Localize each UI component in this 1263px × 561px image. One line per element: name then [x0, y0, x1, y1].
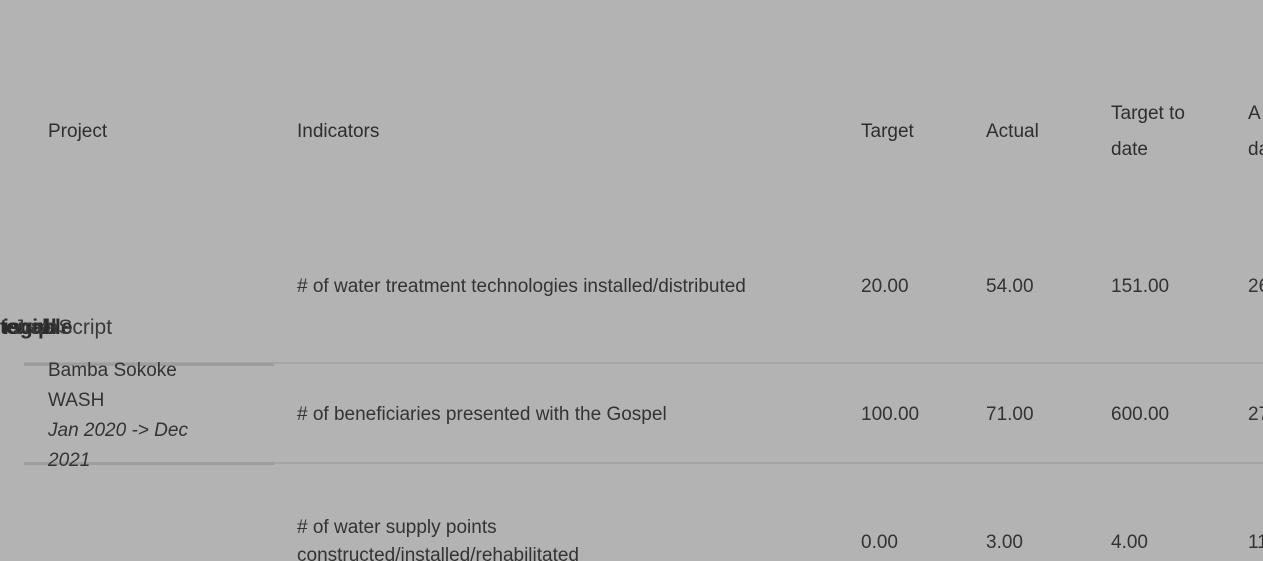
row1-indicator: # of water treatment technologies instal… — [297, 276, 746, 297]
header-actual: Actual — [986, 121, 1039, 142]
row1-actual: 54.00 — [986, 276, 1034, 297]
row2-target-to-date: 600.00 — [1111, 404, 1170, 425]
row3-actual-to-date: 11 — [1248, 532, 1263, 553]
header-actual-to-date-2: da — [1248, 139, 1263, 161]
row1-target: 20.00 — [861, 276, 909, 297]
script-label: JavaScript — [14, 316, 113, 339]
header-indicators: Indicators — [297, 121, 380, 142]
header-target: Target — [861, 121, 914, 142]
header-actual-to-date-line2: da — [1248, 139, 1263, 160]
project-dates: Jan 2020 -> Dec 2021 — [48, 420, 188, 471]
report-page: Project Indicators Target Actual Target … — [0, 0, 1263, 561]
header-target-to-date-2: date — [1111, 139, 1148, 161]
header-actual-to-date-line1: A — [1248, 103, 1261, 124]
header-target-to-date-line1: Target to — [1111, 103, 1185, 124]
row1-target-to-date: 151.00 — [1111, 276, 1170, 297]
row3-target-to-date: 4.00 — [1111, 532, 1148, 553]
header-project: Project — [48, 121, 108, 142]
row3-indicator: # of water supply points constructed/ins… — [297, 517, 580, 561]
header-target-to-date: Target to — [1111, 103, 1185, 125]
row2-actual: 71.00 — [986, 404, 1034, 425]
row3-target: 0.00 — [861, 532, 898, 553]
row2-actual-to-date: 27 — [1248, 404, 1263, 425]
row1-actual-to-date: 26 — [1248, 276, 1263, 297]
header-target-to-date-line2: date — [1111, 139, 1148, 160]
header-actual-to-date: A — [1248, 103, 1261, 125]
project-name: Bamba Sokoke WASH — [48, 360, 177, 411]
row2-indicator: # of beneficiaries presented with the Go… — [297, 404, 667, 425]
project-cell: Bamba Sokoke WASH Jan 2020 -> Dec 2021 — [48, 356, 228, 476]
row3-actual: 3.00 — [986, 532, 1023, 553]
row2-target: 100.00 — [861, 404, 920, 425]
